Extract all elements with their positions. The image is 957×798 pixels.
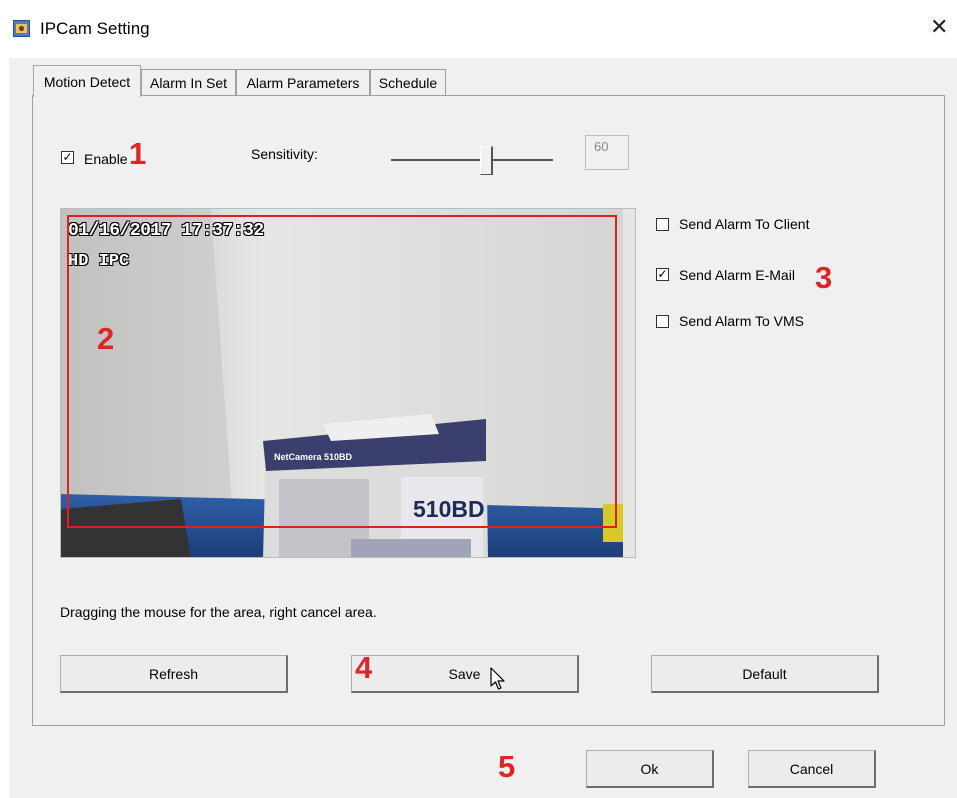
- window-title: IPCam Setting: [40, 19, 150, 38]
- send-alarm-client-label: Send Alarm To Client: [679, 216, 810, 232]
- save-button-label: Save: [448, 665, 481, 682]
- check-icon: ✓: [62, 150, 73, 164]
- refresh-button[interactable]: Refresh: [60, 655, 288, 693]
- annotation-2: 2: [97, 321, 115, 356]
- tab-motion-detect[interactable]: Motion Detect: [33, 65, 141, 97]
- annotation-5: 5: [498, 749, 516, 784]
- send-alarm-vms-label: Send Alarm To VMS: [679, 313, 805, 329]
- annotation-1: 1: [129, 136, 147, 171]
- send-alarm-email-label: Send Alarm E-Mail: [679, 267, 795, 283]
- app-icon: [13, 20, 30, 37]
- mouse-cursor-icon: [490, 667, 506, 696]
- sensitivity-slider-thumb[interactable]: [480, 146, 494, 175]
- hint-text: Dragging the mouse for the area, right c…: [60, 604, 377, 620]
- annotation-4-overlay: 4: [355, 650, 373, 685]
- cancel-button[interactable]: Cancel: [748, 750, 876, 788]
- video-preview[interactable]: 01/16/2017 17:37:32 HD IPC NetCamera 510…: [60, 208, 636, 558]
- enable-checkbox[interactable]: ✓: [61, 151, 74, 164]
- tab-schedule[interactable]: Schedule: [370, 69, 446, 96]
- tab-alarm-in-set[interactable]: Alarm In Set: [141, 69, 236, 96]
- check-icon: ✓: [657, 267, 668, 281]
- annotation-3: 3: [815, 260, 833, 295]
- sensitivity-value: 60: [585, 135, 629, 170]
- save-button[interactable]: Save: [351, 655, 579, 693]
- default-button[interactable]: Default: [651, 655, 879, 693]
- send-alarm-email-checkbox[interactable]: ✓: [656, 268, 669, 281]
- close-icon[interactable]: ✕: [930, 14, 948, 40]
- sensitivity-label: Sensitivity:: [251, 146, 318, 162]
- ok-button[interactable]: Ok: [586, 750, 714, 788]
- tab-alarm-parameters[interactable]: Alarm Parameters: [236, 69, 370, 96]
- enable-label: Enable: [84, 151, 128, 167]
- send-alarm-vms-checkbox[interactable]: [656, 315, 669, 328]
- send-alarm-client-checkbox[interactable]: [656, 218, 669, 231]
- detection-region[interactable]: [67, 215, 617, 528]
- sensitivity-slider-track[interactable]: [391, 159, 553, 161]
